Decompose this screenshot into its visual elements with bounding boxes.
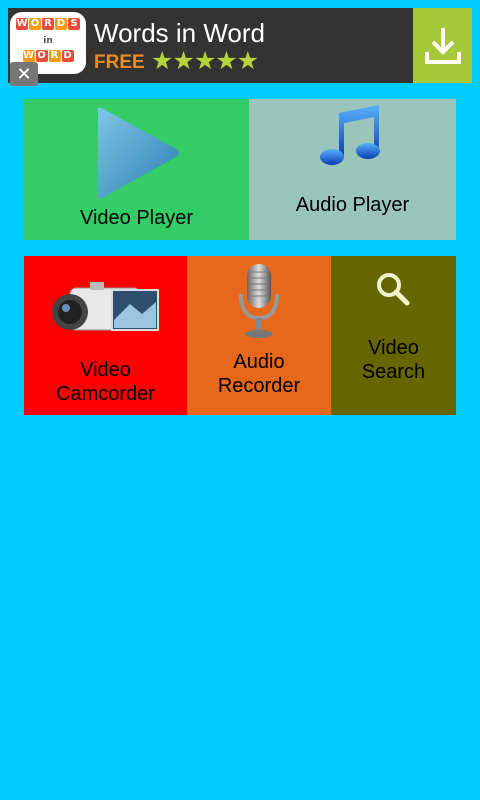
audio-player-label: Audio Player bbox=[295, 194, 410, 216]
video-camcorder-label-line2: Camcorder bbox=[56, 383, 155, 405]
audio-recorder-label-line1: Audio bbox=[233, 351, 285, 373]
logo-letter-d1: D bbox=[55, 18, 67, 30]
audio-player-tile[interactable]: Audio Player bbox=[249, 99, 456, 240]
video-player-label: Video Player bbox=[79, 207, 194, 229]
logo-letter-s1: S bbox=[68, 18, 80, 30]
camcorder-icon bbox=[52, 282, 159, 331]
close-icon: ✕ bbox=[16, 64, 32, 84]
logo-letter-r2: R bbox=[48, 50, 61, 62]
logo-letter-o2: O bbox=[35, 50, 48, 62]
logo-letter-o1: O bbox=[29, 18, 41, 30]
video-search-tile[interactable]: Video Search bbox=[331, 256, 456, 415]
logo-word-in: in bbox=[40, 35, 56, 47]
video-camcorder-label-line1: Video bbox=[80, 359, 131, 381]
play-icon bbox=[97, 107, 179, 199]
ad-close-button[interactable]: ✕ bbox=[10, 62, 38, 86]
logo-letter-w2: W bbox=[22, 50, 35, 62]
ad-banner[interactable]: W O R D S in W O R D Words in Word FREE … bbox=[8, 8, 472, 86]
audio-recorder-label-line2: Recorder bbox=[217, 375, 301, 397]
music-note-icon bbox=[320, 105, 380, 165]
audio-recorder-tile[interactable]: Audio Recorder bbox=[187, 256, 331, 415]
microphone-icon bbox=[239, 264, 279, 338]
video-camcorder-tile[interactable]: Video Camcorder bbox=[24, 256, 187, 415]
ad-price: FREE bbox=[94, 52, 145, 73]
ad-title: Words in Word bbox=[94, 18, 265, 48]
video-search-label-line1: Video bbox=[368, 337, 419, 359]
logo-letter-w1: W bbox=[16, 18, 28, 30]
download-icon bbox=[424, 27, 461, 64]
video-search-label-line2: Search bbox=[361, 361, 426, 383]
ad-download-button[interactable] bbox=[413, 8, 472, 83]
search-icon bbox=[377, 273, 410, 306]
video-player-tile[interactable]: Video Player bbox=[24, 99, 249, 240]
logo-letter-d2: D bbox=[61, 50, 74, 62]
logo-letter-r1: R bbox=[42, 18, 54, 30]
ad-rating-stars: ★★★★★ bbox=[151, 47, 259, 75]
